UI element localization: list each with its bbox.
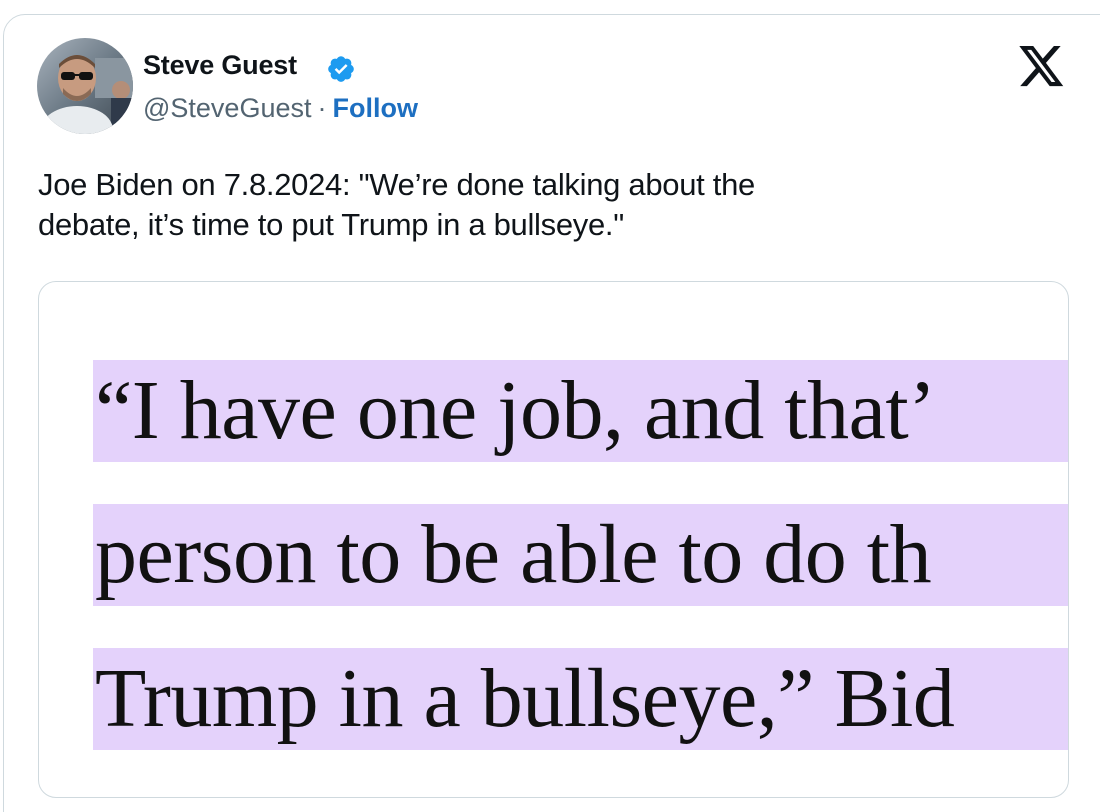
quote-line-1: “I have one job, and that’ (93, 360, 1068, 462)
quote-line-2: person to be able to do th (93, 504, 1068, 606)
avatar-photo (37, 38, 133, 134)
separator-dot: · (317, 93, 327, 123)
author-name[interactable]: Steve Guest (143, 50, 297, 81)
author-handle[interactable]: @SteveGuest (143, 93, 312, 123)
page: Steve Guest @SteveGuest · Follow Joe Biden… (0, 0, 1100, 812)
handle-row: @SteveGuest · Follow (143, 93, 418, 124)
x-logo-icon[interactable] (1019, 46, 1065, 88)
tweet-text-line-1: Joe Biden on 7.8.2024: "We’re done talki… (38, 167, 755, 202)
quote-line-3: Trump in a bullseye,” Bid (93, 648, 1068, 750)
tweet-media-image[interactable]: “I have one job, and that’ person to be … (38, 281, 1069, 798)
tweet-text-line-2: debate, it’s time to put Trump in a bull… (38, 207, 624, 242)
tweet-text: Joe Biden on 7.8.2024: "We’re done talki… (38, 165, 1038, 245)
verified-badge-icon (328, 56, 354, 82)
avatar[interactable] (37, 38, 133, 134)
follow-button[interactable]: Follow (333, 93, 418, 123)
